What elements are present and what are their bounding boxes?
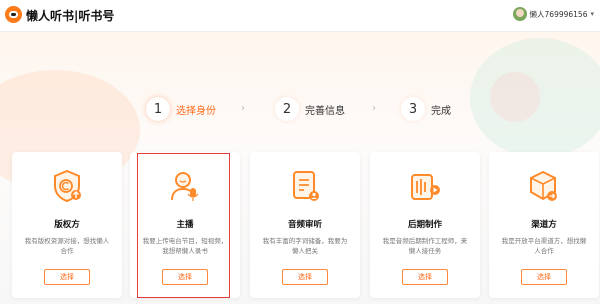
chevron-right-icon: › (372, 103, 376, 114)
step-label: 完成 (431, 105, 451, 117)
role-description: 我有版权资源对接，想找懒人合作 (24, 237, 110, 255)
top-bar: 懒人听书|听书号 懒人769996156 ▾ (0, 0, 600, 32)
select-button[interactable]: 选择 (402, 269, 448, 285)
role-card-copyright[interactable]: 版权方 我有版权资源对接，想找懒人合作 选择 (12, 152, 122, 298)
role-title: 版权方 (54, 220, 80, 230)
select-button[interactable]: 选择 (521, 269, 567, 285)
role-title: 渠道方 (531, 220, 557, 230)
brand-title[interactable]: 懒人听书|听书号 (26, 7, 114, 24)
role-description: 我有丰富的字词储备，我要为懒人把关 (262, 237, 348, 255)
selection-highlight-box (137, 153, 230, 298)
step-label: 选择身份 (176, 105, 216, 117)
role-title: 音频审听 (287, 220, 322, 230)
username[interactable]: 懒人769996156 (530, 9, 588, 20)
user-menu[interactable]: 懒人769996156 ▾ (512, 7, 594, 21)
role-card-audio-review[interactable]: 音频审听 我有丰富的字词储备，我要为懒人把关 选择 (250, 152, 360, 298)
role-description: 我是开放平台渠道方，想找懒人合作 (501, 237, 587, 255)
step-3: 3 完成 (401, 97, 451, 121)
chevron-down-icon[interactable]: ▾ (590, 10, 594, 18)
step-label: 完善信息 (305, 105, 345, 117)
channel-cube-icon (530, 170, 557, 201)
role-description: 我是音频后期制作工程师，来懒人接任务 (382, 237, 468, 255)
audio-review-icon (293, 171, 319, 201)
step-1: 1 选择身份 (146, 97, 216, 121)
role-card-channel[interactable]: 渠道方 我是开放平台渠道方，想找懒人合作 选择 (489, 152, 599, 298)
step-number: 2 (275, 97, 299, 121)
lazy-listen-logo-icon[interactable] (5, 6, 22, 23)
step-number: 3 (401, 97, 425, 121)
step-number: 1 (146, 97, 170, 121)
chevron-right-icon: › (241, 103, 245, 114)
select-button[interactable]: 选择 (44, 269, 90, 285)
select-button[interactable]: 选择 (282, 269, 328, 285)
role-card-post-production[interactable]: 后期制作 我是音频后期制作工程师，来懒人接任务 选择 (370, 152, 480, 298)
step-progress: 1 选择身份 › 2 完善信息 › 3 完成 (0, 95, 600, 125)
role-title: 后期制作 (407, 220, 442, 230)
post-production-icon (411, 174, 440, 200)
copyright-upload-icon (54, 169, 81, 203)
step-2: 2 完善信息 (275, 97, 345, 121)
avatar[interactable] (512, 7, 527, 21)
